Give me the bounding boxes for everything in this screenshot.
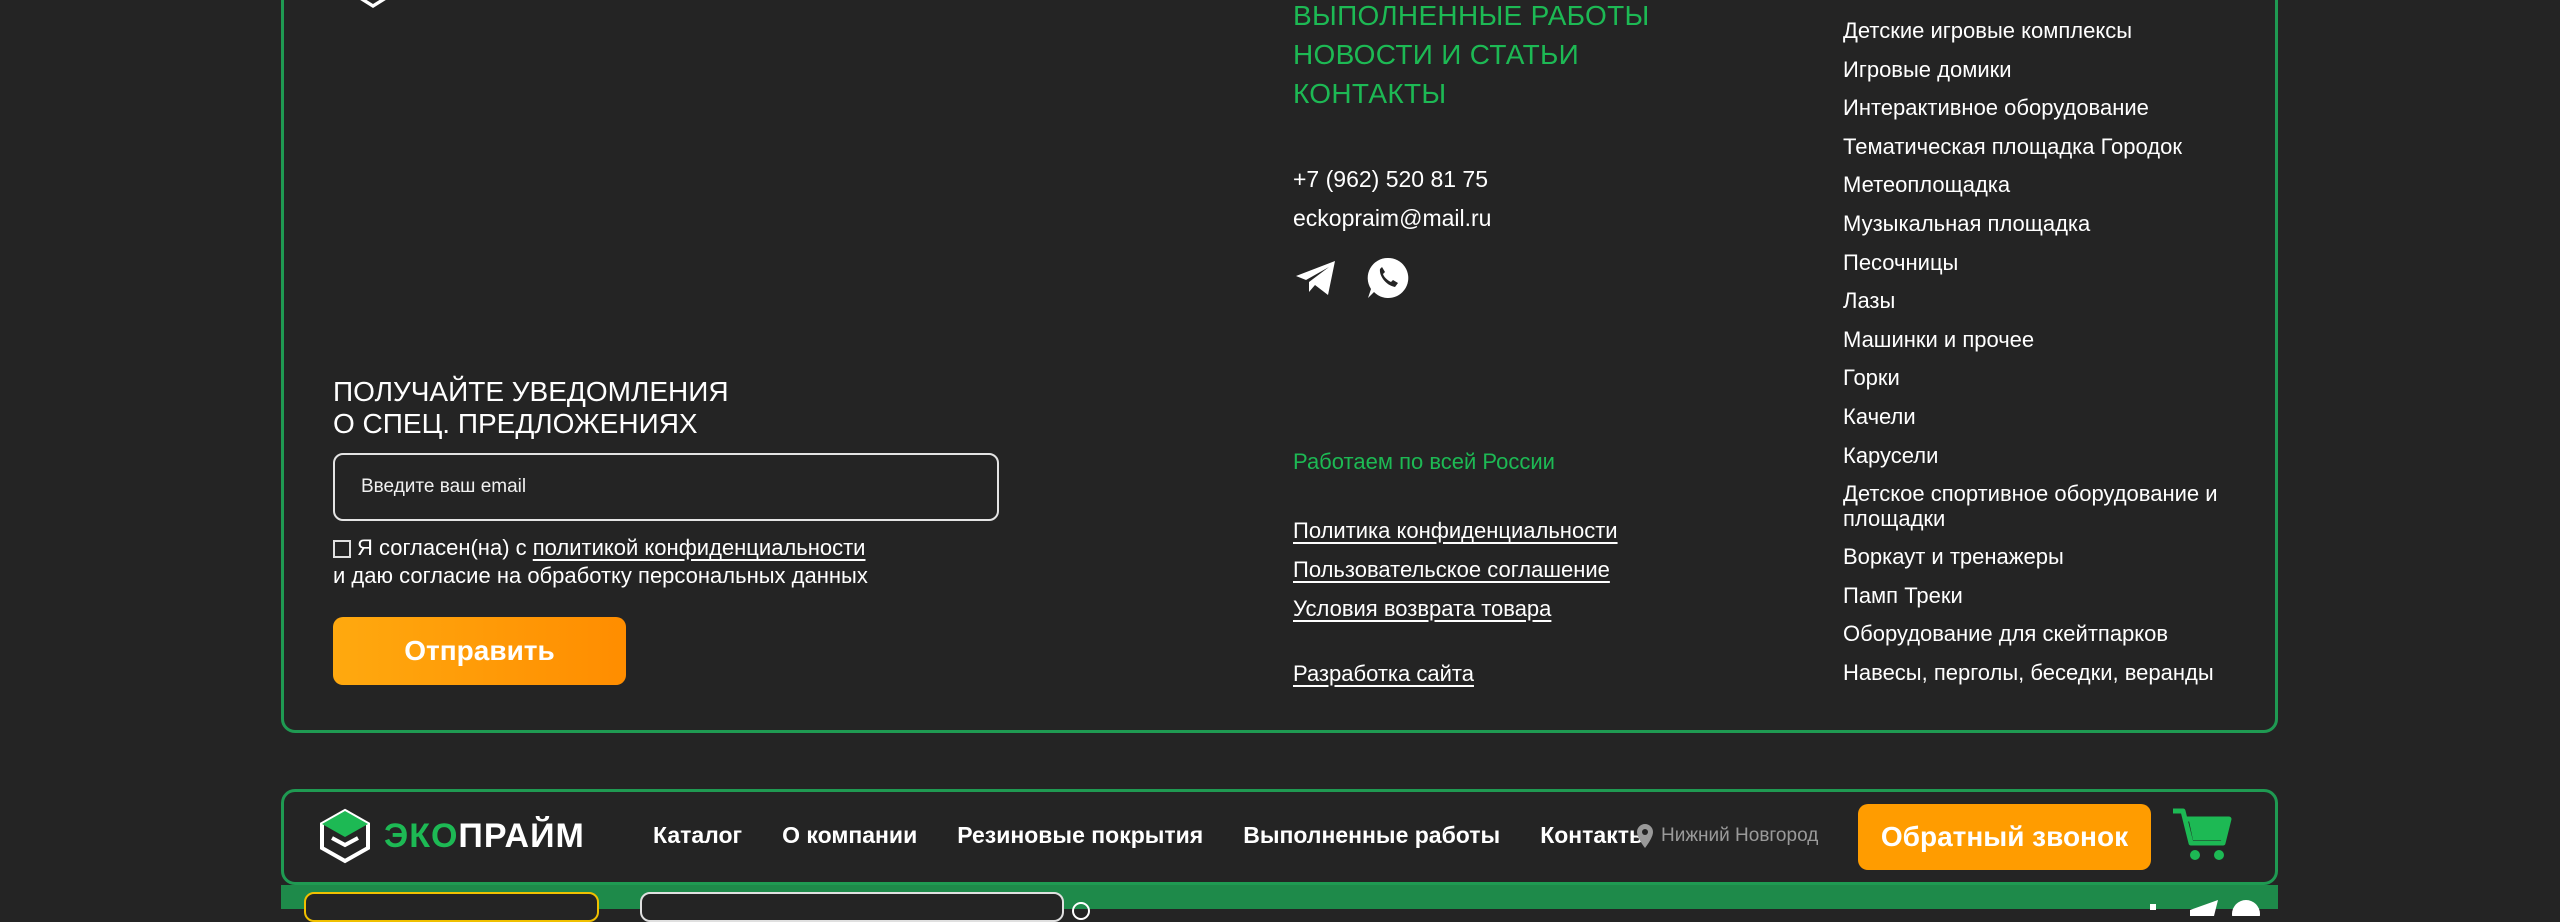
footer-contacts: +7 (962) 520 81 75 eckopraim@mail.ru [1293, 160, 1491, 238]
secondary-radio-icon[interactable] [1072, 902, 1090, 920]
catalog-item[interactable]: Воркаут и тренажеры [1843, 538, 2263, 577]
catalog-item[interactable]: Тематическая площадка Городок [1843, 128, 2263, 167]
brand-name-rest: ПРАЙМ [458, 816, 585, 855]
brand-name-eco: ЭКО [384, 816, 459, 855]
catalog-item[interactable]: Машинки и прочее [1843, 321, 2263, 360]
legal-links: Политика конфиденциальности Пользователь… [1293, 511, 1618, 693]
consent-text: Я согласен(на) с политикой конфиденциаль… [333, 534, 868, 590]
catalog-item[interactable]: Памп Треки [1843, 577, 2263, 616]
consent-privacy-link[interactable]: политикой конфиденциальности [533, 535, 866, 560]
brand-name: ЭКОПРАЙМ [384, 817, 585, 856]
cart-icon[interactable] [2171, 805, 2233, 865]
catalog-item[interactable]: Оборудование для скейтпарков [1843, 615, 2263, 654]
whatsapp-icon[interactable] [1365, 255, 1411, 301]
ecoprime-logo-icon [320, 808, 370, 864]
brand-logo[interactable]: ЭКОПРАЙМ [318, 808, 585, 864]
catalog-item[interactable]: Интерактивное оборудование [1843, 89, 2263, 128]
catalog-list: Детские игровые комплексы Игровые домики… [1843, 12, 2263, 693]
subscribe-title-line: О СПЕЦ. ПРЕДЛОЖЕНИЯХ [333, 408, 698, 439]
city-name: Нижний Новгород [1661, 825, 1819, 846]
city-selector[interactable]: Нижний Новгород [1635, 823, 1818, 849]
region-note: Работаем по всей России [1293, 449, 1555, 474]
consent-suffix: и даю согласие на обработку персональных… [333, 563, 868, 588]
footer-nav-completed-works[interactable]: ВЫПОЛНЕННЫЕ РАБОТЫ [1293, 0, 1650, 35]
catalog-item[interactable]: Горки [1843, 359, 2263, 398]
catalog-item[interactable]: Песочницы [1843, 244, 2263, 283]
catalog-item[interactable]: Игровые домики [1843, 51, 2263, 90]
logo-fragment-icon [360, 0, 386, 8]
catalog-item[interactable]: Метеоплощадка [1843, 166, 2263, 205]
catalog-item[interactable]: Детские игровые комплексы [1843, 12, 2263, 51]
catalog-item[interactable]: Лазы [1843, 282, 2263, 321]
catalog-item[interactable]: Карусели [1843, 437, 2263, 476]
phone-number[interactable]: +7 (962) 520 81 75 [1293, 160, 1491, 199]
social-links [1293, 255, 1411, 301]
catalog-item[interactable]: Детское спортивное оборудование и площад… [1843, 475, 2263, 538]
menu-rubber-coatings[interactable]: Резиновые покрытия [957, 822, 1203, 849]
submit-button[interactable]: Отправить [333, 617, 626, 685]
telegram-icon[interactable] [1293, 255, 1339, 301]
menu-about[interactable]: О компании [782, 822, 917, 849]
menu-contacts[interactable]: Контакты [1540, 822, 1648, 849]
callback-button[interactable]: Обратный звонок [1858, 804, 2151, 870]
privacy-policy-link[interactable]: Политика конфиденциальности [1293, 511, 1618, 550]
secondary-search-field[interactable] [640, 892, 1064, 922]
site-development-link[interactable]: Разработка сайта [1293, 654, 1618, 693]
return-policy-link[interactable]: Условия возврата товара [1293, 589, 1618, 628]
secondary-field[interactable] [304, 892, 599, 922]
catalog-item[interactable]: Навесы, перголы, беседки, веранды [1843, 654, 2263, 693]
footer-nav-contacts[interactable]: КОНТАКТЫ [1293, 74, 1650, 113]
menu-catalog[interactable]: Каталог [653, 822, 742, 849]
catalog-item[interactable]: Музыкальная площадка [1843, 205, 2263, 244]
email-input[interactable] [333, 453, 999, 521]
subscribe-title: ПОЛУЧАЙТЕ УВЕДОМЛЕНИЯ О СПЕЦ. ПРЕДЛОЖЕНИ… [333, 376, 729, 440]
consent-prefix: Я согласен(на) с [357, 535, 527, 560]
footer-nav: ВЫПОЛНЕННЫЕ РАБОТЫ НОВОСТИ И СТАТЬИ КОНТ… [1293, 0, 1650, 113]
user-agreement-link[interactable]: Пользовательское соглашение [1293, 550, 1618, 589]
catalog-item[interactable]: Качели [1843, 398, 2263, 437]
menu-completed-works[interactable]: Выполненные работы [1243, 822, 1500, 849]
secondary-social-icons [2150, 900, 2260, 916]
main-menu: Каталог О компании Резиновые покрытия Вы… [653, 822, 1689, 849]
consent-checkbox[interactable] [333, 540, 351, 558]
map-pin-icon [1637, 824, 1653, 848]
email-address[interactable]: eckopraim@mail.ru [1293, 199, 1491, 238]
footer-nav-news[interactable]: НОВОСТИ И СТАТЬИ [1293, 35, 1650, 74]
subscribe-title-line: ПОЛУЧАЙТЕ УВЕДОМЛЕНИЯ [333, 376, 729, 407]
